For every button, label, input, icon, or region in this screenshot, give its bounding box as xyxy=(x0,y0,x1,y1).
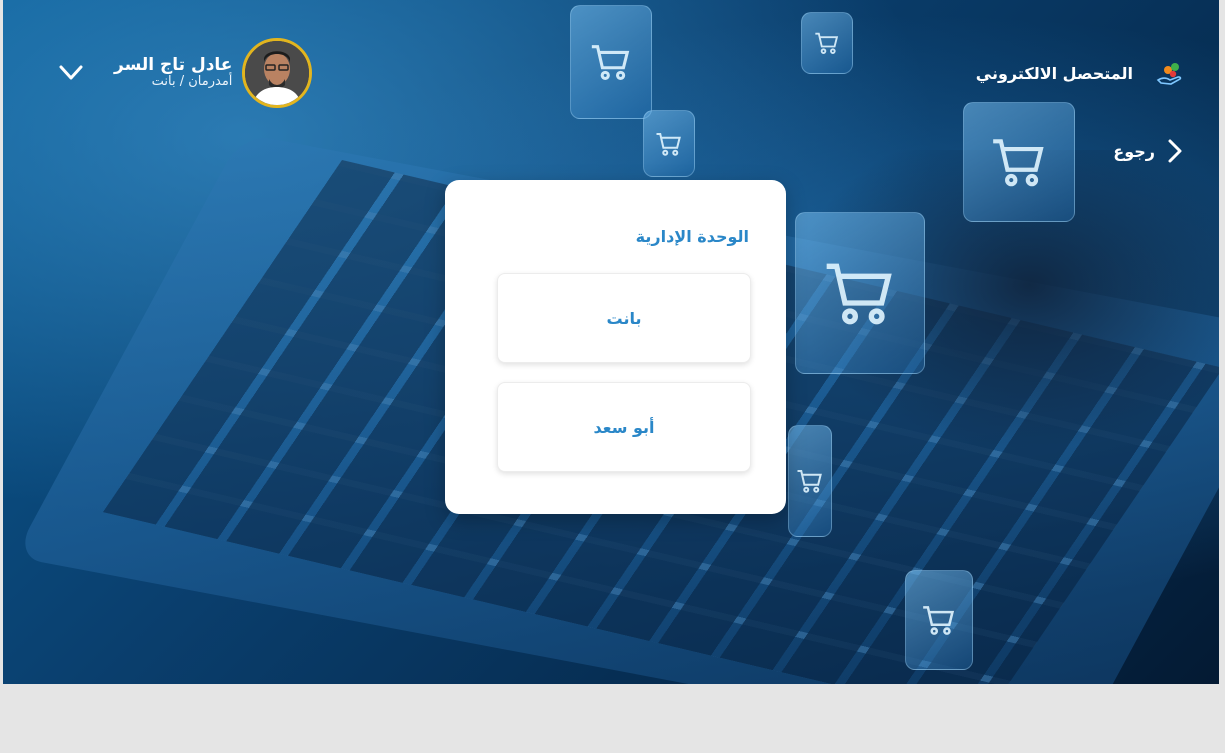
app-brand[interactable]: المتحصل الالكتروني xyxy=(976,58,1185,88)
cart-tile-icon xyxy=(963,102,1075,222)
user-location: أمدرمان / بانت xyxy=(151,74,233,90)
unit-option-abu-saad[interactable]: أبو سعد xyxy=(497,382,751,472)
unit-option-label: بانت xyxy=(606,308,642,328)
unit-option-bant[interactable]: بانت xyxy=(497,273,751,363)
back-button[interactable]: رجوع xyxy=(1113,138,1185,164)
unit-option-label: أبو سعد xyxy=(593,417,655,437)
user-menu-toggle[interactable] xyxy=(56,58,86,88)
chevron-right-icon xyxy=(1168,139,1182,163)
cart-tile-icon xyxy=(788,425,832,537)
dialog-title: الوحدة الإدارية xyxy=(635,227,749,246)
brand-label: المتحصل الالكتروني xyxy=(975,63,1133,83)
coins-hand-icon xyxy=(1156,63,1182,85)
cart-tile-icon xyxy=(795,212,925,374)
user-name: عادل تاج السر xyxy=(114,54,233,75)
cart-tile-icon xyxy=(643,110,695,177)
cart-tile-icon xyxy=(570,5,652,119)
admin-unit-dialog: الوحدة الإدارية بانت أبو سعد xyxy=(445,180,786,514)
user-info: عادل تاج السر أمدرمان / بانت xyxy=(114,54,233,90)
back-label: رجوع xyxy=(1113,141,1155,161)
user-photo-icon xyxy=(245,41,310,105)
chevron-down-icon xyxy=(59,65,83,80)
cart-tile-icon xyxy=(801,12,853,74)
cart-tile-icon xyxy=(905,570,973,670)
user-menu[interactable]: عادل تاج السر أمدرمان / بانت xyxy=(56,38,313,108)
avatar[interactable] xyxy=(242,38,313,108)
